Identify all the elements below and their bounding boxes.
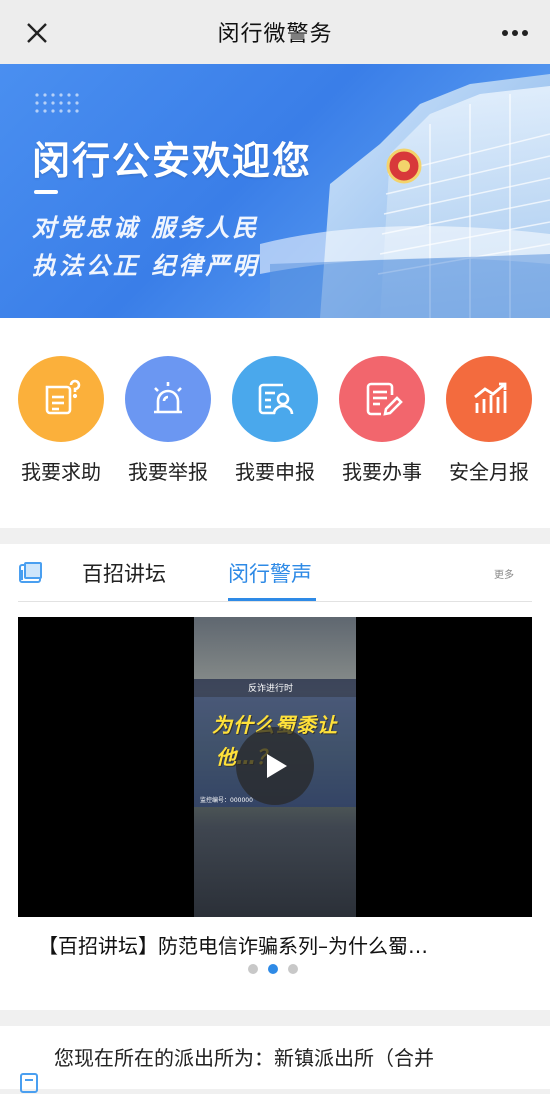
alarm-siren-icon <box>125 356 211 442</box>
quick-action-label: 我要求助 <box>21 460 101 484</box>
close-icon[interactable] <box>22 18 52 48</box>
quick-action-declare[interactable]: 我要申报 <box>223 356 327 485</box>
banner-divider <box>34 190 58 194</box>
quick-action-report[interactable]: 我要举报 <box>116 356 220 485</box>
pager-dot[interactable] <box>288 964 298 974</box>
quick-action-label: 安全月报 <box>449 460 529 484</box>
pager-dot[interactable] <box>248 964 258 974</box>
video-player[interactable]: 反诈进行时 为什么蜀黍让 他…？ 监控编号：000000 <box>18 617 532 917</box>
quick-action-help[interactable]: 我要求助 <box>9 356 113 485</box>
quick-action-label: 我要办事 <box>342 460 422 484</box>
video-book-icon <box>19 562 42 583</box>
banner-slogan-2: 执法公正 纪律严明 <box>32 252 260 280</box>
more-link[interactable]: 更多 <box>494 566 514 581</box>
news-section: 百招讲坛 闵行警声 更多 反诈进行时 为什么蜀黍让 他…？ 监控编号：00000… <box>0 544 550 1010</box>
station-text: 您现在所在的派出所为：新镇派出所（合并 <box>54 1046 434 1070</box>
overlay-top-text: 反诈进行时 <box>248 684 294 694</box>
id-card-person-icon <box>232 356 318 442</box>
carousel-pager <box>248 964 298 974</box>
banner-slogan-1: 对党忠诚 服务人民 <box>32 214 260 242</box>
quick-action-monthly-report[interactable]: 安全月报 <box>437 356 541 485</box>
tab-divider <box>18 601 532 602</box>
title-bar: 闵行微警务 <box>0 0 550 64</box>
welcome-banner[interactable]: 闵行公安欢迎您 对党忠诚 服务人民 执法公正 纪律严明 <box>0 64 550 318</box>
help-document-icon <box>18 356 104 442</box>
form-edit-icon <box>339 356 425 442</box>
overlay-footer: 监控编号：000000 <box>200 797 253 804</box>
quick-action-service[interactable]: 我要办事 <box>330 356 434 485</box>
play-icon <box>267 754 287 778</box>
dot-grid-decoration <box>35 93 79 113</box>
video-title[interactable]: 【百招讲坛】防范电信诈骗系列–为什么蜀… <box>38 930 428 959</box>
play-button[interactable] <box>236 727 314 805</box>
quick-action-label: 我要申报 <box>235 460 315 484</box>
tab-baizhao-forum[interactable]: 百招讲坛 <box>82 558 166 588</box>
pager-dot-active[interactable] <box>268 964 278 974</box>
document-icon <box>20 1073 38 1093</box>
page-title: 闵行微警务 <box>217 22 333 47</box>
more-options-icon[interactable] <box>500 22 530 44</box>
quick-action-label: 我要举报 <box>128 460 208 484</box>
bar-chart-trend-icon <box>446 356 532 442</box>
police-building-image <box>260 74 550 318</box>
tab-minhang-police-voice[interactable]: 闵行警声 <box>228 558 312 588</box>
quick-actions: 我要求助 我要举报 我要申报 我要办事 安全月报 <box>0 318 550 528</box>
station-notice: 您现在所在的派出所为：新镇派出所（合并 <box>0 1026 550 1093</box>
tab-bar: 百招讲坛 闵行警声 更多 <box>0 544 550 602</box>
